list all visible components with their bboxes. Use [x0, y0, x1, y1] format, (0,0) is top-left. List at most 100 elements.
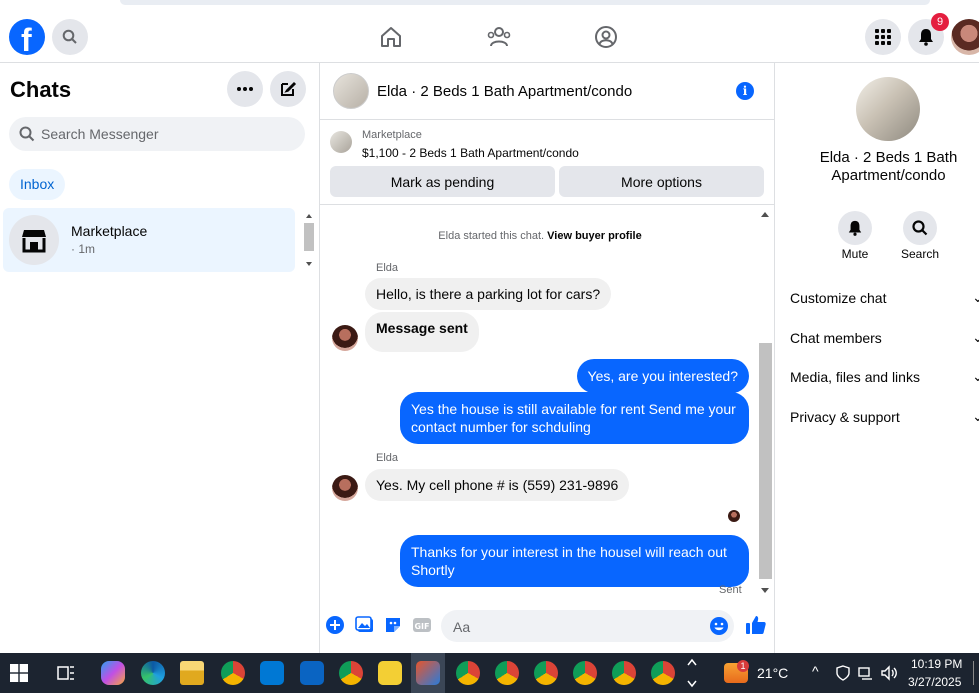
- message-bubble-incoming[interactable]: Yes. My cell phone # is (559) 231-9896: [365, 469, 630, 501]
- message-sender: Elda: [376, 452, 399, 464]
- chevron-down-icon[interactable]: ⌄: [972, 289, 979, 306]
- search-icon[interactable]: [52, 19, 88, 55]
- chrome-profile-icon[interactable]: [534, 661, 558, 685]
- browser-strip: [120, 0, 930, 5]
- microsoft-store-icon[interactable]: [260, 661, 284, 685]
- mute-bell-icon[interactable]: [838, 211, 872, 245]
- marketplace-store-icon: [9, 215, 59, 265]
- customize-chat-row[interactable]: Customize chat: [790, 290, 886, 306]
- photo-icon[interactable]: [355, 615, 375, 635]
- sender-avatar[interactable]: [332, 325, 358, 351]
- conversation-title[interactable]: Elda · 2 Beds 1 Bath Apartment/condo: [377, 83, 632, 100]
- show-desktop-button[interactable]: [973, 661, 979, 685]
- groups-icon[interactable]: [593, 24, 619, 50]
- like-icon[interactable]: [745, 614, 767, 636]
- gif-icon[interactable]: GIF: [412, 615, 432, 635]
- mark-as-pending-button[interactable]: Mark as pending: [330, 166, 555, 197]
- taskbar-overflow-chevrons-icon[interactable]: [686, 656, 698, 690]
- notification-badge: 9: [931, 13, 949, 31]
- copilot-icon[interactable]: [101, 661, 125, 685]
- message-scrollbar[interactable]: [758, 206, 773, 599]
- chrome-profile-icon[interactable]: [495, 661, 519, 685]
- snipping-tool-icon[interactable]: [416, 661, 440, 685]
- plus-circle-icon[interactable]: [325, 615, 345, 635]
- chevron-down-icon[interactable]: ⌄: [972, 368, 979, 385]
- details-title: Elda · 2 Beds 1 Bath Apartment/condo: [819, 149, 958, 184]
- profile-avatar[interactable]: [951, 19, 979, 55]
- sidebar-scrollbar[interactable]: [302, 210, 316, 270]
- new-message-icon[interactable]: [270, 71, 306, 107]
- mute-label[interactable]: Mute: [825, 247, 885, 261]
- sticker-icon[interactable]: [383, 615, 403, 635]
- temperature-label[interactable]: 21°C: [757, 665, 788, 681]
- message-bubble-outgoing[interactable]: Thanks for your interest in the housel w…: [400, 535, 749, 587]
- view-buyer-profile-link[interactable]: View buyer profile: [547, 230, 642, 242]
- search-label[interactable]: Search: [890, 247, 950, 261]
- info-icon[interactable]: i: [736, 82, 754, 100]
- listing-label: Marketplace: [362, 129, 422, 141]
- message-bubble-incoming[interactable]: Hello, is there a parking lot for cars?: [365, 278, 612, 310]
- listing-image[interactable]: [856, 77, 920, 141]
- apps-grid-icon[interactable]: [865, 19, 901, 55]
- chrome-profile-icon[interactable]: [612, 661, 636, 685]
- clock-time[interactable]: 10:19 PM: [911, 657, 962, 671]
- listing-thumbnail[interactable]: [330, 131, 352, 153]
- network-icon[interactable]: [858, 666, 874, 680]
- emoji-icon[interactable]: [709, 616, 729, 636]
- more-options-button[interactable]: More options: [559, 166, 764, 197]
- listing-avatar[interactable]: [333, 73, 369, 109]
- friends-icon[interactable]: [486, 24, 512, 50]
- show-hidden-icons-chevron-icon[interactable]: ^: [812, 663, 819, 679]
- chrome-profile-icon[interactable]: [339, 661, 363, 685]
- search-messenger-input[interactable]: Search Messenger: [9, 117, 305, 151]
- conversation-time: · 1m: [71, 242, 95, 256]
- message-sender: Elda: [376, 262, 399, 274]
- volume-icon[interactable]: [880, 665, 898, 681]
- chevron-down-icon[interactable]: ⌄: [972, 329, 979, 346]
- sender-avatar[interactable]: [332, 475, 358, 501]
- weather-badge: 1: [737, 660, 749, 672]
- media-files-links-row[interactable]: Media, files and links: [790, 369, 920, 385]
- scrollbar-thumb[interactable]: [759, 343, 772, 579]
- conversation-panel: Elda · 2 Beds 1 Bath Apartment/condo i M…: [320, 63, 775, 653]
- chrome-profile-icon[interactable]: [456, 661, 480, 685]
- message-bubble-outgoing[interactable]: Yes, are you interested?: [576, 359, 749, 393]
- task-view-icon[interactable]: [57, 664, 75, 682]
- tab-inbox[interactable]: Inbox: [9, 169, 66, 200]
- message-status: Sent: [719, 584, 742, 596]
- home-icon[interactable]: [378, 24, 404, 50]
- message-composer: GIF Aa: [320, 604, 775, 648]
- outlook-icon[interactable]: [300, 661, 324, 685]
- read-receipt-avatar: [728, 510, 740, 522]
- message-bubble-incoming[interactable]: Message sent: [365, 312, 479, 352]
- message-bubble-outgoing[interactable]: Yes the house is still available for ren…: [400, 392, 749, 444]
- windows-taskbar: 1 21°C ^ 10:19 PM 3/27/2025: [0, 653, 979, 693]
- more-options-icon[interactable]: [227, 71, 263, 107]
- chat-members-row[interactable]: Chat members: [790, 330, 882, 346]
- privacy-support-row[interactable]: Privacy & support: [790, 409, 900, 425]
- search-placeholder: Search Messenger: [41, 126, 159, 142]
- vpn-shield-icon[interactable]: [836, 665, 850, 681]
- chevron-down-icon[interactable]: ⌄: [972, 408, 979, 425]
- listing-price-title[interactable]: $1,100 - 2 Beds 1 Bath Apartment/condo: [362, 146, 579, 160]
- chrome-profile-icon[interactable]: [573, 661, 597, 685]
- file-explorer-icon[interactable]: [180, 661, 204, 685]
- conversation-header: Elda · 2 Beds 1 Bath Apartment/condo i: [320, 63, 775, 120]
- chrome-profile-icon[interactable]: [651, 661, 675, 685]
- message-input[interactable]: Aa: [441, 610, 734, 642]
- facebook-logo[interactable]: f: [9, 19, 45, 58]
- clock-date[interactable]: 3/27/2025: [908, 675, 961, 689]
- system-message: Elda started this chat. View buyer profi…: [438, 230, 642, 242]
- sticky-notes-icon[interactable]: [378, 661, 402, 685]
- windows-start-icon[interactable]: [10, 664, 28, 682]
- chats-title: Chats: [10, 77, 72, 102]
- edge-browser-icon[interactable]: [141, 661, 165, 685]
- message-list: Elda started this chat. View buyer profi…: [320, 206, 775, 599]
- marketplace-listing-card: Marketplace $1,100 - 2 Beds 1 Bath Apart…: [320, 121, 775, 205]
- conversation-item-marketplace[interactable]: Marketplace · 1m: [3, 208, 295, 272]
- chrome-icon[interactable]: [221, 661, 245, 685]
- chats-sidebar: Chats Search Messenger Inbox Marketplace…: [0, 63, 320, 653]
- search-icon: [19, 126, 35, 142]
- svg-text:GIF: GIF: [414, 622, 429, 631]
- search-icon[interactable]: [903, 211, 937, 245]
